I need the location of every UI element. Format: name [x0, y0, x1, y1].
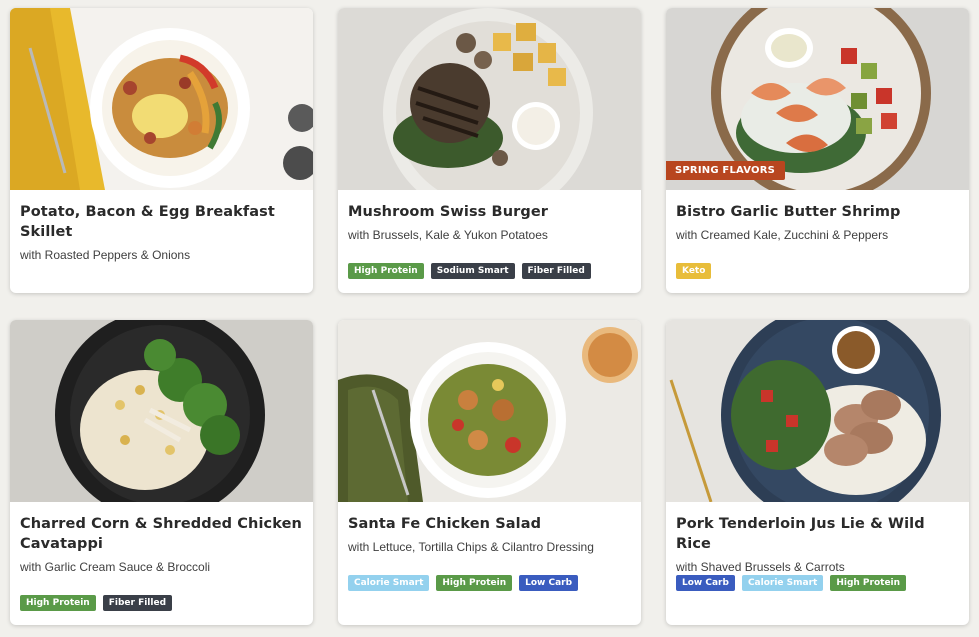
- diet-tags: Keto: [676, 263, 712, 279]
- meal-card-garlic-butter-shrimp[interactable]: SPRING FLAVORS Bistro Garlic Butter Shri…: [666, 8, 969, 293]
- meal-subtitle: with Garlic Cream Sauce & Broccoli: [20, 560, 211, 574]
- meal-subtitle: with Lettuce, Tortilla Chips & Cilantro …: [348, 540, 594, 554]
- meal-card-charred-corn-cavatappi[interactable]: Charred Corn & Shredded Chicken Cavatapp…: [10, 320, 313, 625]
- tag-high-protein: High Protein: [348, 263, 424, 279]
- meal-title[interactable]: Pork Tenderloin Jus Lie & Wild Rice: [676, 514, 959, 554]
- breakfast-skillet-photo: [10, 8, 313, 190]
- tag-high-protein: High Protein: [20, 595, 96, 611]
- tag-low-carb: Low Carb: [519, 575, 579, 591]
- salad-photo: [338, 320, 641, 502]
- meal-title[interactable]: Potato, Bacon & Egg Breakfast Skillet: [20, 202, 303, 242]
- diet-tags: High Protein Fiber Filled: [20, 595, 173, 611]
- tag-calorie-smart: Calorie Smart: [741, 575, 824, 591]
- tag-low-carb: Low Carb: [676, 575, 735, 591]
- tag-sodium-smart: Sodium Smart: [430, 263, 515, 279]
- tag-fiber-filled: Fiber Filled: [102, 595, 173, 611]
- meal-card-pork-tenderloin[interactable]: Pork Tenderloin Jus Lie & Wild Rice with…: [666, 320, 969, 625]
- tag-calorie-smart: Calorie Smart: [348, 575, 430, 591]
- meal-title[interactable]: Santa Fe Chicken Salad: [348, 514, 631, 534]
- meal-subtitle: with Shaved Brussels & Carrots: [676, 560, 845, 574]
- burger-photo: [338, 8, 641, 190]
- spring-flavors-flag: SPRING FLAVORS: [666, 161, 786, 180]
- meal-title[interactable]: Mushroom Swiss Burger: [348, 202, 631, 222]
- meal-title[interactable]: Bistro Garlic Butter Shrimp: [676, 202, 959, 222]
- meal-subtitle: with Roasted Peppers & Onions: [20, 248, 191, 262]
- diet-tags: Calorie Smart High Protein Low Carb: [348, 575, 579, 591]
- meal-subtitle: with Creamed Kale, Zucchini & Peppers: [676, 228, 889, 242]
- meal-subtitle: with Brussels, Kale & Yukon Potatoes: [348, 228, 548, 242]
- tag-high-protein: High Protein: [436, 575, 513, 591]
- meal-title[interactable]: Charred Corn & Shredded Chicken Cavatapp…: [20, 514, 303, 554]
- meal-card-mushroom-swiss-burger[interactable]: Mushroom Swiss Burger with Brussels, Kal…: [338, 8, 641, 293]
- diet-tags: Low Carb Calorie Smart High Protein: [676, 575, 907, 591]
- tag-keto: Keto: [676, 263, 712, 279]
- pork-photo: [666, 320, 969, 502]
- tag-high-protein: High Protein: [830, 575, 907, 591]
- tag-fiber-filled: Fiber Filled: [521, 263, 591, 279]
- meal-card-santa-fe-chicken-salad[interactable]: Santa Fe Chicken Salad with Lettuce, Tor…: [338, 320, 641, 625]
- diet-tags: High Protein Sodium Smart Fiber Filled: [348, 263, 591, 279]
- meal-card-breakfast-skillet[interactable]: Potato, Bacon & Egg Breakfast Skillet wi…: [10, 8, 313, 293]
- cavatappi-photo: [10, 320, 313, 502]
- shrimp-photo: SPRING FLAVORS: [666, 8, 969, 190]
